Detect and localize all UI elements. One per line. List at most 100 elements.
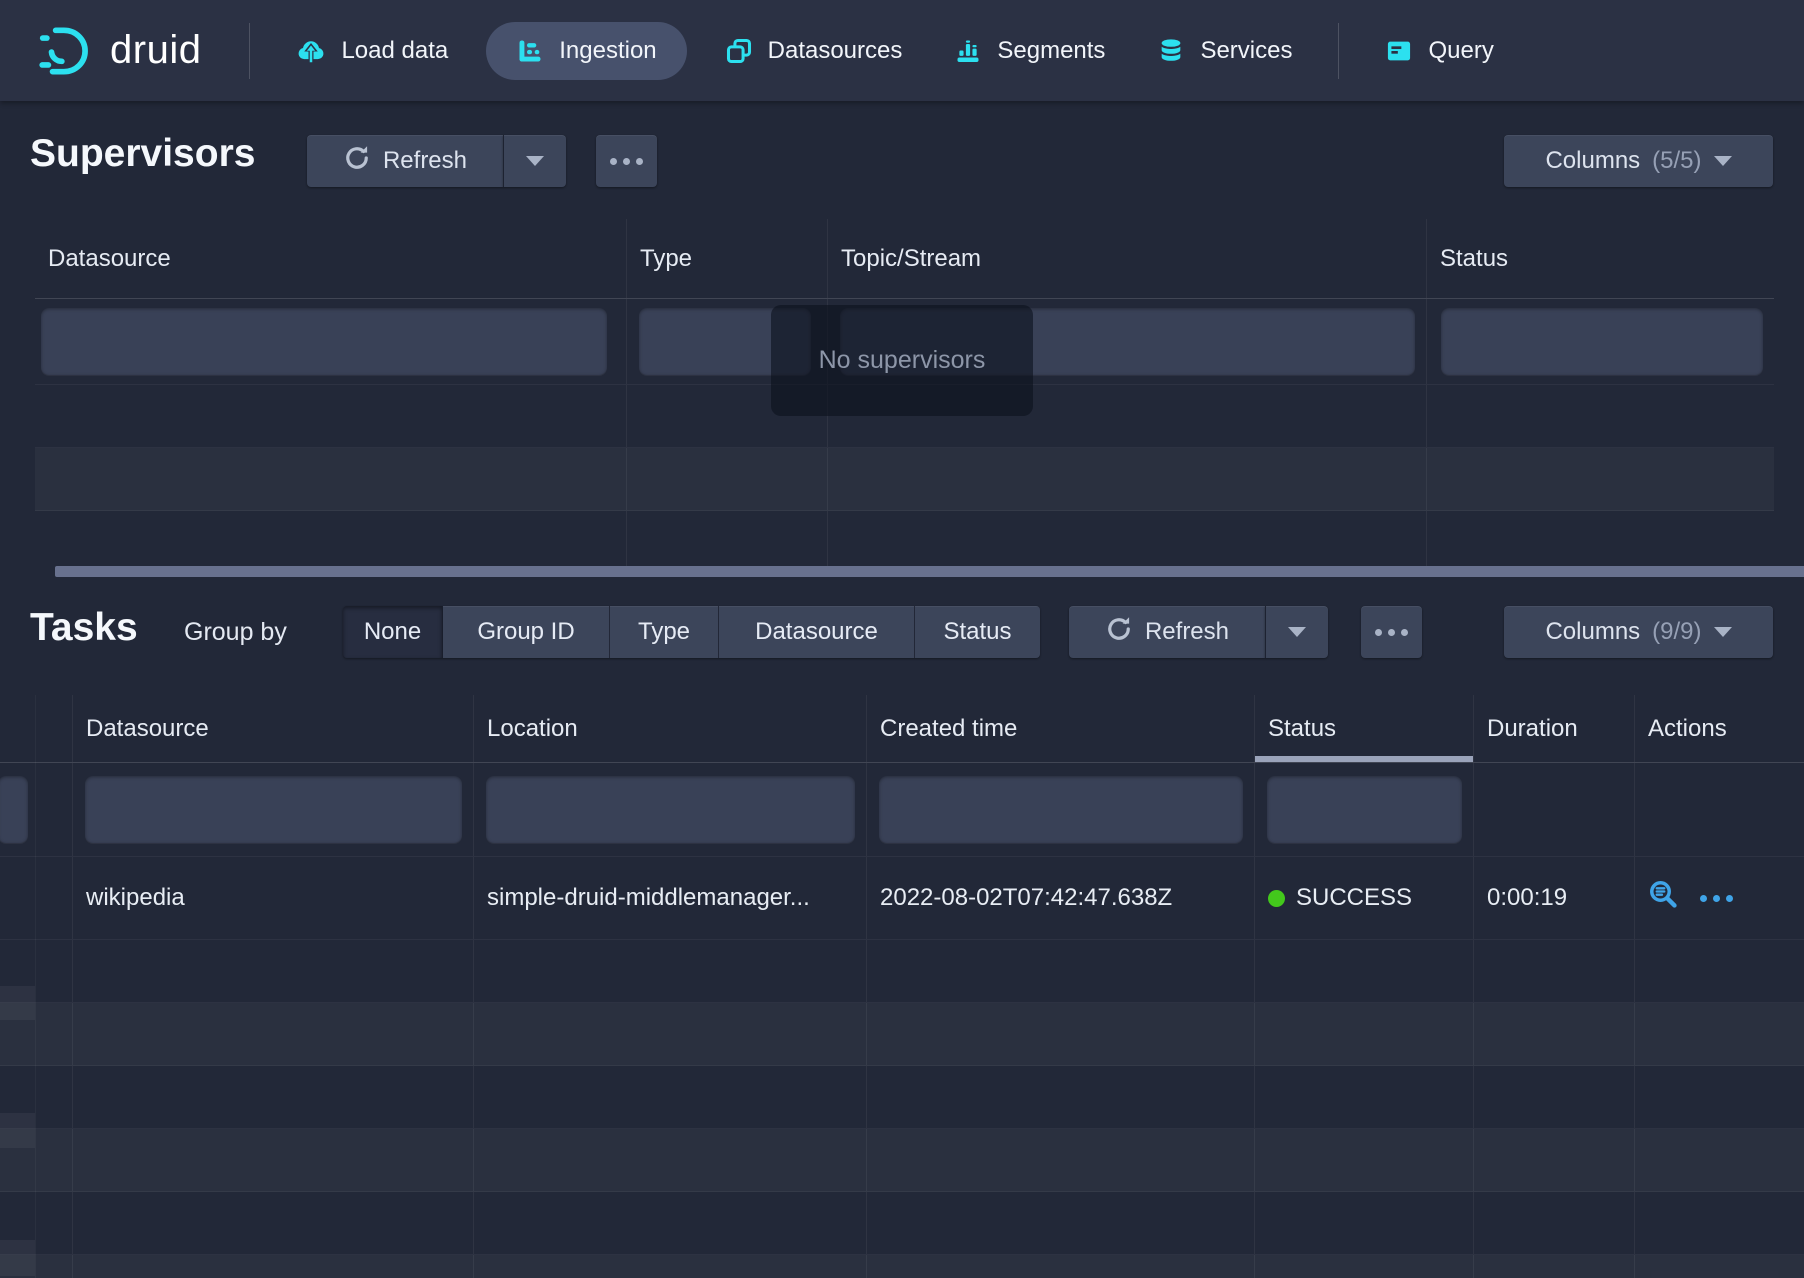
more-icon	[1375, 629, 1408, 636]
task-created-time: 2022-08-02T07:42:47.638Z	[867, 857, 1255, 939]
empty-state: No supervisors	[771, 305, 1033, 416]
horizontal-scrollbar[interactable]	[55, 566, 1804, 577]
table-row	[0, 1129, 1804, 1192]
group-by-label: Group by	[184, 618, 287, 647]
supervisors-header-row: Datasource Type Topic/Stream Status	[35, 219, 1774, 299]
filter-datasource-input[interactable]	[41, 308, 607, 375]
refresh-label: Refresh	[1145, 618, 1229, 646]
column-header[interactable]: Duration	[1474, 695, 1635, 762]
bar-chart-icon	[954, 37, 982, 65]
nav-label: Load data	[341, 37, 448, 65]
druid-console: druid Load data	[0, 0, 1804, 1278]
supervisors-more-button[interactable]	[596, 135, 657, 187]
column-header-cut[interactable]	[0, 695, 73, 762]
logo-wordmark: druid	[110, 28, 201, 73]
column-header[interactable]: Topic/Stream	[828, 219, 1427, 298]
navbar: druid Load data	[0, 0, 1804, 101]
columns-count: (9/9)	[1652, 618, 1701, 646]
chevron-down-icon	[1714, 156, 1732, 166]
supervisors-title: Supervisors	[30, 132, 255, 176]
tasks-header-row: Datasource Location Created time Status …	[0, 695, 1804, 763]
table-row	[0, 1003, 1804, 1066]
refresh-icon	[343, 144, 371, 179]
table-row	[35, 448, 1774, 511]
nav-services[interactable]: Services	[1131, 22, 1318, 80]
table-row	[0, 940, 1804, 1003]
stacked-squares-icon	[725, 37, 753, 65]
tasks-refresh-split: Refresh	[1069, 606, 1328, 658]
filter-cut-input[interactable]	[0, 776, 28, 843]
task-row-wikipedia[interactable]: wikipedia simple-druid-middlemanager... …	[0, 857, 1804, 940]
task-status: SUCCESS	[1255, 857, 1474, 939]
sort-indicator	[1255, 756, 1473, 762]
nav-segments[interactable]: Segments	[928, 22, 1131, 80]
console-icon	[1385, 37, 1413, 65]
nav-label: Services	[1200, 37, 1292, 65]
group-by-group-id-button[interactable]: Group ID	[443, 606, 610, 658]
database-icon	[1157, 37, 1185, 65]
column-header[interactable]: Datasource	[35, 219, 627, 298]
nav-divider	[1338, 23, 1339, 79]
tasks-filter-row	[0, 763, 1804, 857]
tasks-refresh-dropdown[interactable]	[1265, 606, 1328, 658]
nav-label: Ingestion	[559, 37, 656, 65]
nav-label: Datasources	[768, 37, 903, 65]
task-actions	[1635, 857, 1804, 939]
column-header[interactable]: Location	[474, 695, 867, 762]
nav-query[interactable]: Query	[1359, 22, 1519, 80]
tasks-refresh-button[interactable]: Refresh	[1069, 606, 1265, 658]
column-header[interactable]: Created time	[867, 695, 1255, 762]
supervisors-columns-button[interactable]: Columns (5/5)	[1504, 135, 1773, 187]
filter-status-input[interactable]	[1441, 308, 1763, 375]
status-dot-icon	[1268, 890, 1285, 907]
columns-label: Columns	[1545, 618, 1640, 646]
filter-location-input[interactable]	[486, 776, 855, 843]
column-header[interactable]: Type	[627, 219, 828, 298]
group-by-none-button[interactable]: None	[343, 606, 443, 658]
status-label: SUCCESS	[1296, 884, 1412, 912]
more-icon	[610, 158, 643, 165]
chevron-down-icon	[1714, 627, 1732, 637]
tasks-more-button[interactable]	[1361, 606, 1422, 658]
table-row	[0, 1066, 1804, 1129]
stripe-fragment	[0, 1113, 35, 1148]
columns-label: Columns	[1545, 147, 1640, 175]
group-by-status-button[interactable]: Status	[915, 606, 1040, 658]
nav-label: Query	[1428, 37, 1493, 65]
supervisors-refresh-split: Refresh	[307, 135, 566, 187]
column-header[interactable]: Status	[1427, 219, 1774, 298]
column-header-sorted[interactable]: Status	[1255, 695, 1474, 762]
column-header-label: Status	[1268, 715, 1336, 743]
nav-label: Segments	[997, 37, 1105, 65]
tasks-columns-button[interactable]: Columns (9/9)	[1504, 606, 1773, 658]
task-duration: 0:00:19	[1474, 857, 1635, 939]
nav-load-data[interactable]: Load data	[270, 22, 474, 80]
filter-created-time-input[interactable]	[879, 776, 1243, 843]
group-by-datasource-button[interactable]: Datasource	[719, 606, 915, 658]
chevron-down-icon	[1288, 627, 1306, 637]
filter-datasource-input[interactable]	[85, 776, 462, 843]
cloud-upload-icon	[296, 36, 326, 66]
stripe-fragment	[0, 986, 35, 1020]
nav-divider	[249, 23, 250, 79]
supervisors-refresh-button[interactable]: Refresh	[307, 135, 503, 187]
druid-logo-icon	[36, 24, 98, 78]
column-header[interactable]: Datasource	[73, 695, 474, 762]
nav-datasources[interactable]: Datasources	[699, 22, 929, 80]
row-more-icon[interactable]	[1700, 895, 1733, 902]
task-location: simple-druid-middlemanager...	[474, 857, 867, 939]
ingestion-icon	[516, 37, 544, 65]
task-datasource: wikipedia	[73, 857, 474, 939]
druid-logo[interactable]: druid	[36, 24, 201, 78]
group-by-type-button[interactable]: Type	[610, 606, 719, 658]
table-row	[35, 511, 1774, 568]
tasks-title: Tasks	[30, 606, 138, 650]
table-row	[0, 1192, 1804, 1255]
nav-ingestion[interactable]: Ingestion	[486, 22, 686, 80]
filter-status-input[interactable]	[1267, 776, 1462, 843]
refresh-label: Refresh	[383, 147, 467, 175]
supervisors-refresh-dropdown[interactable]	[503, 135, 566, 187]
column-header[interactable]: Actions	[1635, 695, 1804, 762]
search-details-icon[interactable]	[1648, 879, 1680, 918]
group-by-button-group: None Group ID Type Datasource Status	[343, 606, 1040, 658]
